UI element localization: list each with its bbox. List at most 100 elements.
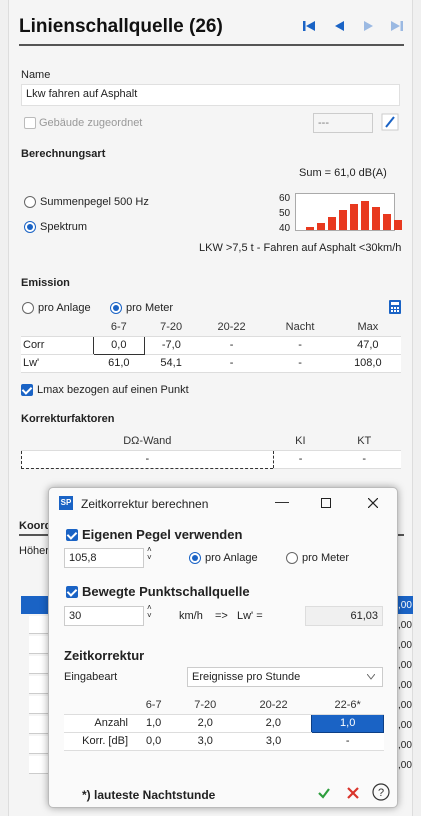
emission-table: 6-7 7-20 20-22 Nacht Max Corr 0,0 -7,0 -… [21,318,401,373]
radio-summenpegel[interactable] [24,196,36,208]
hoehe-label: Höher [19,545,49,557]
korrektur-cell[interactable]: - [21,449,274,469]
speed-input[interactable]: 30 [64,606,144,626]
spectrum-bar [372,207,380,230]
emission-cell[interactable]: - [265,336,335,355]
korrektur-header: KT [327,432,401,451]
emission-row-label: Lw' [21,354,93,373]
zeit-cell-selected[interactable]: 1,0 [311,713,384,733]
lmax-label: Lmax bezogen auf einen Punkt [37,384,189,396]
emission-cell[interactable]: -7,0 [144,336,198,355]
spectrum-chart [295,193,402,231]
ok-icon[interactable] [317,786,331,800]
zeitkorrektur-dialog: SP Zeitkorrektur berechnen — Eigenen Peg… [48,487,398,808]
zeit-cell[interactable]: 3,0 [175,732,236,751]
pegel-input[interactable]: 105,8 [64,548,144,568]
lmax-checkbox[interactable] [21,384,33,396]
emission-header: 7-20 [144,318,198,337]
cancel-icon[interactable] [347,787,359,799]
zeit-cell[interactable]: 2,0 [175,714,236,733]
koordinaten-label: Koord [19,520,52,532]
bg-value: ,00 [398,700,412,711]
edit-icon[interactable] [381,113,399,131]
pegel-spinner[interactable]: ˄ ˅ [147,546,152,562]
emission-cell[interactable]: - [265,354,335,373]
emission-cell[interactable]: 47,0 [334,336,401,355]
radio-dialog-pro-anlage-label: pro Anlage [205,552,258,564]
bg-value: ,00 [398,620,412,631]
korrektur-cell[interactable]: - [327,450,401,469]
radio-summenpegel-label: Summenpegel 500 Hz [40,196,149,208]
emission-cell[interactable]: 0,0 [92,335,146,355]
radio-dialog-pro-anlage[interactable] [189,552,201,564]
zeit-cell[interactable]: 1,0 [132,714,176,733]
emission-label: Emission [21,277,70,289]
calc-type-label: Berechnungsart [21,148,106,160]
calculator-icon[interactable] [389,300,401,314]
zeit-cell[interactable]: 3,0 [235,732,312,751]
footnote: *) lauteste Nachtstunde [82,788,216,802]
emission-cell[interactable]: 61,0 [93,354,145,373]
last-record-icon[interactable] [389,18,405,34]
emission-header: Max [334,318,401,337]
korrektur-header: DΩ-Wand [21,432,274,451]
korrektur-label: Korrekturfaktoren [21,413,115,425]
emission-row-label: Corr [21,336,93,355]
eingabeart-select[interactable]: Ereignisse pro Stunde [187,667,383,687]
svg-text:?: ? [378,787,384,799]
page-title: Linienschallquelle (26) [19,16,223,37]
bg-value: ,00 [398,740,412,751]
minimize-button[interactable]: — [275,493,289,509]
emission-cell[interactable]: 108,0 [334,354,401,373]
building-field[interactable]: --- [313,113,373,133]
speed-unit: km/h [179,610,203,622]
title-underline [19,44,404,46]
help-icon[interactable]: ? [372,783,390,801]
bg-value: ,00 [398,760,412,771]
korrektur-cell[interactable]: - [273,450,328,469]
spectrum-bar [339,210,347,230]
zeit-header: 22-6* [311,696,384,715]
radio-dialog-pro-meter[interactable] [286,552,298,564]
emission-header [21,318,93,337]
zeit-header: 20-22 [235,696,312,715]
emission-cell[interactable]: - [197,354,266,373]
next-record-icon[interactable] [361,18,377,34]
spectrum-description: LKW >7,5 t - Fahren auf Asphalt <30km/h [199,242,402,254]
spectrum-bar [328,216,336,230]
bewegte-checkbox[interactable] [66,586,78,598]
spectrum-bar [394,220,402,230]
eingabeart-label: Eingabeart [64,671,118,683]
first-record-icon[interactable] [301,18,317,34]
speed-spinner[interactable]: ˄ ˅ [147,604,152,620]
previous-record-icon[interactable] [331,18,347,34]
spectrum-y-tick-50: 50 [279,208,291,219]
arrow-text: => [215,610,228,622]
emission-cell[interactable]: - [197,336,266,355]
zeit-cell[interactable]: 0,0 [132,732,176,751]
close-icon[interactable] [368,498,378,508]
bewegte-label: Bewegte Punktschallquelle [82,584,250,599]
spectrum-y-tick-40: 40 [279,223,291,234]
bg-value: ,00 [398,720,412,731]
spectrum-bar [306,226,314,230]
emission-header: 6-7 [93,318,145,337]
app-icon: SP [59,496,73,510]
spectrum-bar [361,200,369,230]
radio-pro-anlage[interactable] [22,302,34,314]
eigenen-label: Eigenen Pegel verwenden [82,527,243,542]
eigenen-checkbox[interactable] [66,529,78,541]
radio-spektrum[interactable] [24,221,36,233]
building-checkbox[interactable] [24,117,36,129]
emission-cell[interactable]: 54,1 [144,354,198,373]
radio-spektrum-label: Spektrum [40,221,88,233]
building-label: Gebäude zugeordnet [39,117,143,129]
zeit-header: 6-7 [132,696,176,715]
radio-pro-meter[interactable] [110,302,122,314]
bg-value: ,00 [398,660,412,671]
maximize-icon[interactable] [321,498,331,508]
zeit-cell[interactable]: - [311,732,384,751]
name-input[interactable]: Lkw fahren auf Asphalt [21,84,400,106]
zeit-header: 7-20 [175,696,236,715]
zeit-cell[interactable]: 2,0 [235,714,312,733]
